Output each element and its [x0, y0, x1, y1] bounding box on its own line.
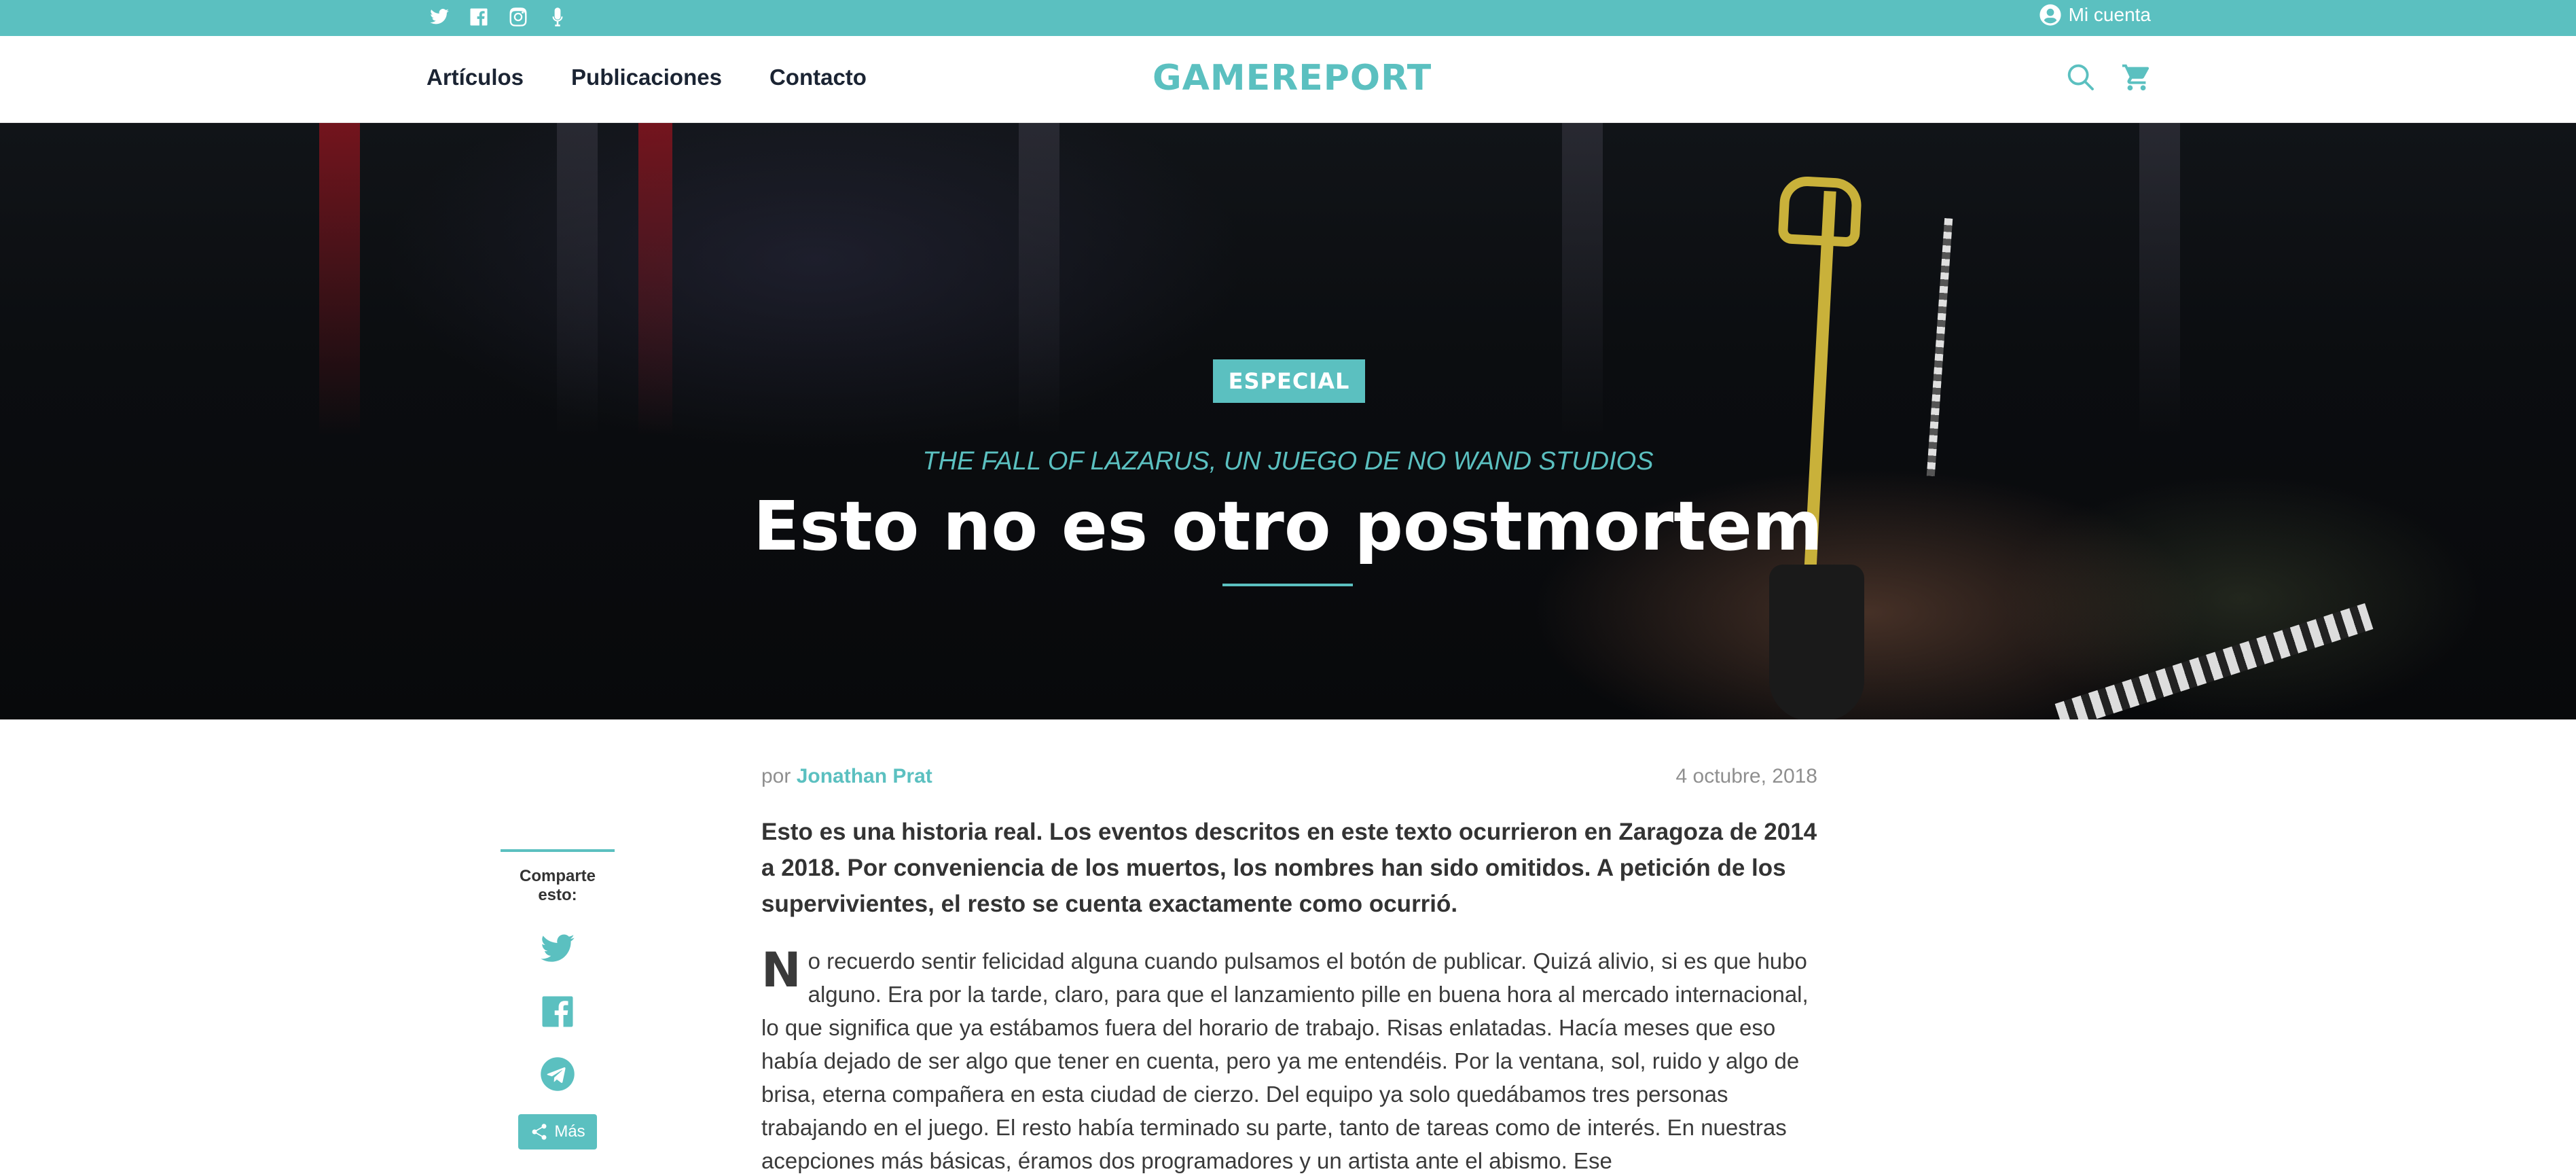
hero-image-shovel-blade	[1769, 565, 1864, 719]
article-body: N o recuerdo sentir felicidad alguna cua…	[761, 944, 1821, 1176]
author-link[interactable]: Jonathan Prat	[797, 765, 932, 787]
hero-banner: ESPECIAL THE FALL OF LAZARUS, UN JUEGO D…	[0, 123, 2576, 719]
hero-image-shovel-grip	[1777, 175, 1863, 248]
facebook-icon[interactable]	[466, 4, 492, 30]
title-divider	[1222, 584, 1353, 586]
hero-image-bone	[2054, 603, 2374, 719]
share-telegram-button[interactable]	[501, 1056, 615, 1092]
by-prefix: por	[761, 765, 791, 787]
user-circle-icon	[2039, 4, 2061, 26]
top-social-bar: Mi cuenta	[0, 0, 2576, 36]
telegram-icon	[541, 1057, 575, 1091]
cart-icon[interactable]	[2121, 62, 2152, 93]
account-link[interactable]: Mi cuenta	[2039, 3, 2151, 26]
share-more-label: Más	[554, 1122, 585, 1141]
share-divider	[501, 849, 615, 852]
publish-date: 4 octubre, 2018	[1675, 765, 1818, 787]
account-label: Mi cuenta	[2068, 4, 2151, 25]
nav-item-publicaciones[interactable]: Publicaciones	[571, 65, 722, 90]
facebook-icon	[542, 996, 573, 1027]
share-sidebar: Comparte esto: Más	[501, 849, 615, 1150]
hero-image-tree	[319, 123, 360, 435]
share-twitter-button[interactable]	[501, 931, 615, 967]
twitter-icon[interactable]	[427, 4, 452, 30]
hero-image-tree	[1562, 123, 1603, 435]
instagram-icon[interactable]	[505, 4, 531, 30]
main-navbar: Artículos Publicaciones Contacto GAMEREP…	[0, 36, 2576, 123]
share-label: Comparte esto:	[519, 867, 596, 904]
site-logo[interactable]: GAMEREPORT	[1153, 58, 1432, 99]
social-links	[427, 4, 570, 30]
byline: por Jonathan Prat	[761, 765, 932, 788]
article-paragraph: o recuerdo sentir felicidad alguna cuand…	[761, 948, 1809, 1173]
article-lead: Esto es una historia real. Los eventos d…	[761, 819, 1817, 917]
hero-image-tree	[2139, 123, 2180, 435]
category-badge[interactable]: ESPECIAL	[1213, 359, 1365, 403]
share-facebook-button[interactable]	[501, 993, 615, 1030]
drop-cap: N	[761, 942, 801, 998]
share-more-button[interactable]: Más	[518, 1114, 597, 1150]
nav-item-articulos[interactable]: Artículos	[427, 65, 524, 90]
microphone-icon[interactable]	[545, 4, 570, 30]
hero-image-stick	[1926, 218, 1953, 476]
main-nav: Artículos Publicaciones Contacto	[427, 65, 867, 90]
share-icon	[532, 1124, 547, 1140]
article-title: Esto no es otro postmortem	[753, 486, 1823, 566]
nav-item-contacto[interactable]: Contacto	[769, 65, 867, 90]
nav-icons	[2065, 62, 2152, 93]
article-subtitle: THE FALL OF LAZARUS, UN JUEGO DE NO WAND…	[922, 447, 1654, 476]
hero-image-tree	[1019, 123, 1059, 435]
search-icon[interactable]	[2065, 62, 2097, 93]
hero-image-tree	[557, 123, 598, 435]
hero-image-tree	[638, 123, 672, 435]
twitter-icon	[541, 934, 575, 962]
